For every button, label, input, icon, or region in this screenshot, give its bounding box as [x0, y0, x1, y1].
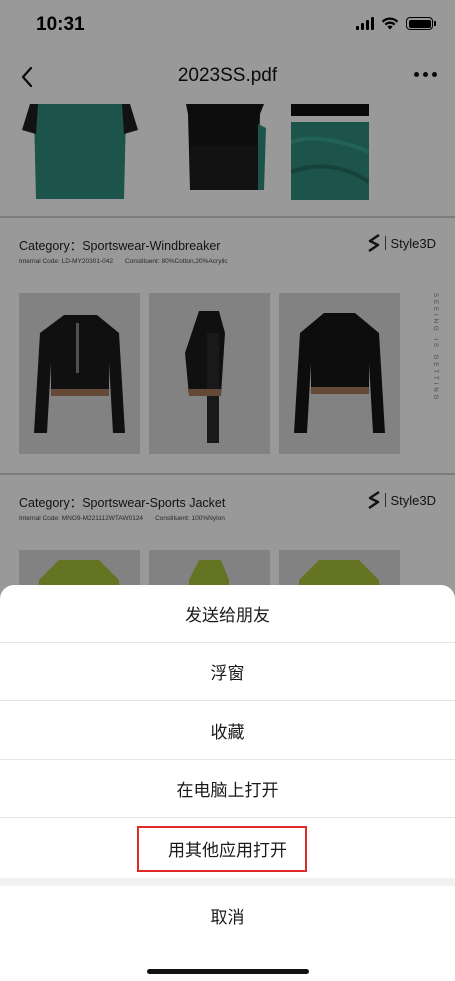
favorite-option[interactable]: 收藏 — [0, 702, 455, 760]
action-sheet: 发送给朋友 浮窗 收藏 在电脑上打开 用其他应用打开 取消 — [0, 585, 455, 981]
screen: 10:31 2023SS.pdf Category：Sportswear-Win… — [0, 0, 455, 981]
highlight-box — [137, 826, 307, 872]
open-on-computer-option[interactable]: 在电脑上打开 — [0, 760, 455, 818]
sheet-divider — [0, 878, 455, 886]
floating-window-option[interactable]: 浮窗 — [0, 643, 455, 701]
cancel-button[interactable]: 取消 — [0, 886, 455, 944]
send-to-friend-option[interactable]: 发送给朋友 — [0, 585, 455, 643]
home-indicator[interactable] — [147, 969, 309, 974]
